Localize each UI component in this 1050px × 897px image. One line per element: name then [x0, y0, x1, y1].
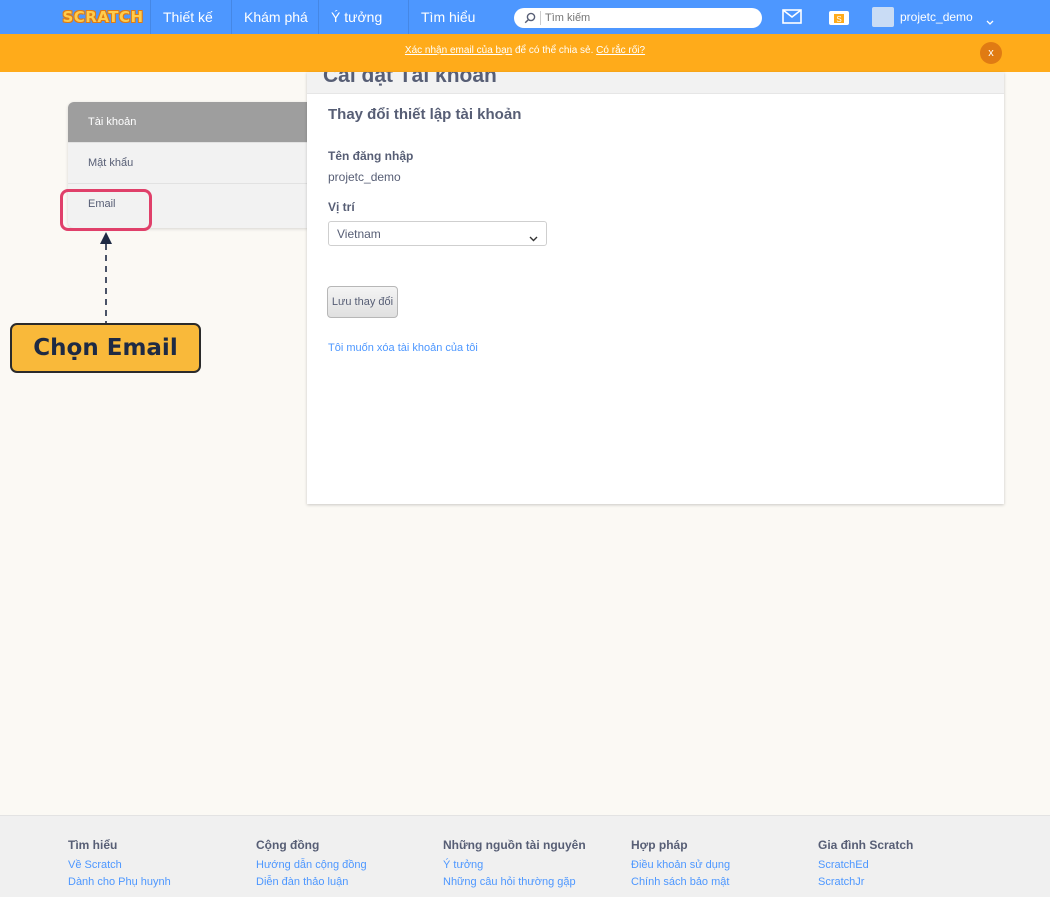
arrow-up-icon: [100, 232, 112, 323]
location-label: Vị trí: [328, 200, 355, 214]
footer-link[interactable]: ScratchEd: [818, 857, 913, 874]
footer-link[interactable]: Ý tưởng: [443, 857, 586, 874]
banner-text: để có thể chia sẻ.: [512, 44, 597, 56]
svg-text:S: S: [836, 15, 841, 24]
envelope-icon[interactable]: [782, 9, 802, 29]
scratch-logo[interactable]: SCRATCH: [62, 4, 143, 30]
footer-heading: Gia đình Scratch: [818, 838, 914, 852]
top-nav-bar: SCRATCH Thiết kế Khám phá Ý tưởng Tìm hi…: [0, 0, 1050, 34]
confirm-email-link[interactable]: Xác nhận email của bạn: [405, 45, 512, 56]
footer-link[interactable]: Điều khoản sử dụng: [631, 857, 730, 874]
footer-heading: Tìm hiểu: [68, 838, 118, 852]
footer-link[interactable]: Hướng dẫn cộng đồng: [256, 857, 367, 874]
location-select-value: Vietnam: [337, 226, 381, 241]
help-link[interactable]: Có rắc rối?: [596, 45, 645, 56]
footer-column-community: Cộng đồng Hướng dẫn cộng đồng Diễn đàn t…: [256, 838, 367, 891]
avatar[interactable]: [872, 7, 894, 27]
footer-column-resources: Những nguồn tài nguyên Ý tưởng Những câu…: [443, 838, 586, 891]
account-settings-panel: Cài đặt Tài khoản Thay đổi thiết lập tài…: [307, 72, 1004, 504]
sidebar-item-password[interactable]: Mật khẩu: [68, 143, 308, 184]
chevron-down-icon: [529, 231, 538, 245]
footer-heading: Những nguồn tài nguyên: [443, 838, 586, 852]
nav-ideas[interactable]: Ý tưởng: [318, 0, 394, 34]
username-menu[interactable]: projetc_demo: [900, 0, 973, 34]
footer-link[interactable]: Những câu hỏi thường gặp: [443, 874, 586, 891]
footer-link[interactable]: Diễn đàn thảo luận: [256, 874, 367, 891]
callout-label: Chọn Email: [10, 323, 201, 373]
search-input[interactable]: [540, 11, 740, 25]
close-banner-button[interactable]: x: [980, 42, 1002, 64]
folder-icon[interactable]: S: [828, 8, 850, 31]
save-button[interactable]: Lưu thay đổi: [327, 286, 398, 318]
nav-explore[interactable]: Khám phá: [231, 0, 320, 34]
footer-heading: Hợp pháp: [631, 838, 688, 852]
footer-column-legal: Hợp pháp Điều khoản sử dụng Chính sách b…: [631, 838, 730, 891]
sidebar-item-account[interactable]: Tài khoản: [68, 102, 308, 143]
footer: Tìm hiểu Về Scratch Dành cho Phụ huynh C…: [0, 815, 1050, 897]
email-confirm-banner: Xác nhận email của bạn để có thể chia sẻ…: [0, 34, 1050, 72]
footer-column-family: Gia đình Scratch ScratchEd ScratchJr: [818, 838, 913, 891]
footer-link[interactable]: Dành cho Phụ huynh: [68, 874, 171, 891]
footer-column-about: Tìm hiểu Về Scratch Dành cho Phụ huynh: [68, 838, 171, 891]
nav-create[interactable]: Thiết kế: [150, 0, 225, 34]
section-title: Thay đổi thiết lập tài khoản: [328, 106, 522, 123]
delete-account-link[interactable]: Tôi muốn xóa tài khoản của tôi: [328, 342, 478, 354]
search-icon: [520, 8, 540, 28]
nav-about[interactable]: Tìm hiểu: [408, 0, 487, 34]
panel-header: Cài đặt Tài khoản: [307, 72, 1004, 94]
username-label: Tên đăng nhập: [328, 149, 414, 163]
footer-link[interactable]: Chính sách bảo mật: [631, 874, 730, 891]
footer-link[interactable]: ScratchJr: [818, 874, 913, 891]
chevron-down-icon[interactable]: [986, 13, 994, 31]
location-select[interactable]: Vietnam: [328, 221, 547, 246]
footer-heading: Cộng đồng: [256, 838, 320, 852]
page-title: Cài đặt Tài khoản: [323, 72, 497, 87]
footer-link[interactable]: Về Scratch: [68, 857, 171, 874]
username-value: projetc_demo: [328, 170, 401, 184]
email-highlight-box: [60, 189, 152, 231]
search-box: [514, 8, 762, 28]
